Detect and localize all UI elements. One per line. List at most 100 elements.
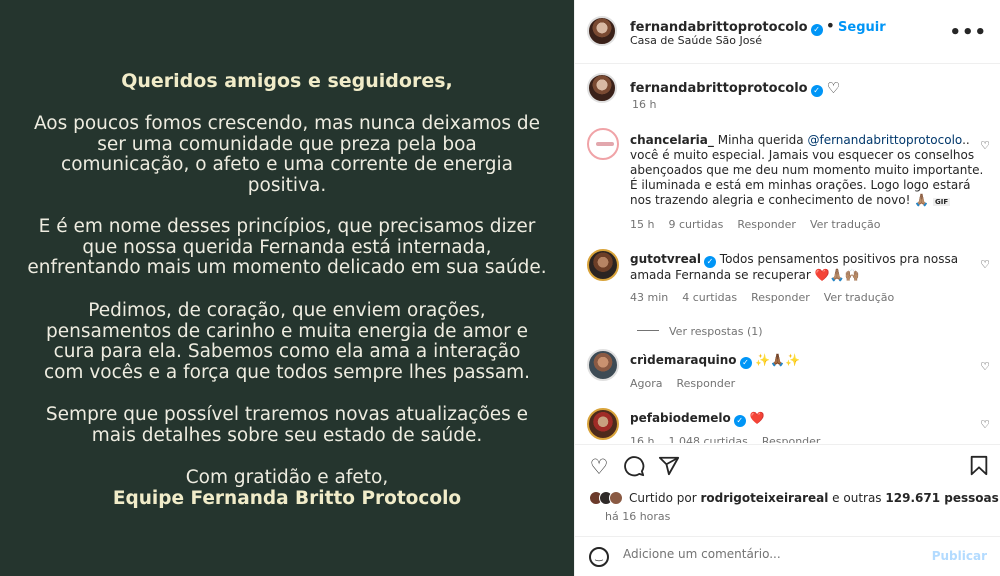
- comment-text: amada Fernanda se recuperar: [630, 268, 811, 282]
- post-paragraph-4: Sempre que possível traremos novas atual…: [0, 404, 574, 446]
- post-header: fernandabrittoprotocolo ✓ • Seguir Casa de …: [575, 0, 1000, 64]
- separator-dot: •: [825, 16, 836, 35]
- verified-icon: ✓: [733, 415, 746, 427]
- author-line: fernandabrittoprotocolo ✓ • Seguir: [630, 16, 886, 36]
- comment-text: ..: [962, 133, 970, 147]
- verified-icon: ✓: [739, 357, 752, 369]
- bookmark-svg: [970, 455, 988, 476]
- liked-count[interactable]: 129.671 pessoas: [885, 491, 998, 505]
- post-line: cura para ela. Sabemos como ela ama a in…: [53, 341, 521, 362]
- comment-avatar[interactable]: [587, 249, 619, 281]
- gif-sticker: GIF: [933, 198, 951, 206]
- reply-button[interactable]: Responder: [751, 291, 810, 304]
- comment-avatar[interactable]: [587, 128, 619, 160]
- comment-first-line: gutotvreal ✓ Todos pensamentos positivos …: [630, 252, 985, 268]
- post-greeting: Queridos amigos e seguidores,: [121, 70, 453, 92]
- comment-username[interactable]: crìdemaraquino: [630, 353, 737, 367]
- comment-meta: Agora Responder: [630, 377, 985, 390]
- comment-username[interactable]: gutotvreal: [630, 252, 701, 266]
- liked-by-suffix: e outras: [832, 491, 882, 505]
- comment-input[interactable]: [623, 547, 923, 561]
- post-line: Sempre que possível traremos novas atual…: [45, 404, 529, 425]
- emoji-smile-icon[interactable]: ‿: [589, 547, 609, 567]
- like-heart-icon[interactable]: ♡: [587, 455, 611, 479]
- post-line: Aos poucos fomos crescendo, mas nunca de…: [33, 113, 541, 134]
- emoji-group: ❤️: [749, 411, 765, 425]
- liker-avatar: [609, 491, 623, 505]
- comment-meta: 43 min 4 curtidas Responder Ver tradução: [630, 291, 985, 304]
- post-line: pensamentos de carinho e muita energia d…: [46, 320, 528, 342]
- comment-first-line: chancelaria_ Minha querida @fernandabrit…: [630, 133, 985, 148]
- comment-text: Todos pensamentos positivos pra nossa: [719, 252, 959, 266]
- comment-3: crìdemaraquino ✓ ✨🙏🏾✨ Agora Responder: [630, 353, 985, 390]
- post-line: que nossa querida Fernanda está internad…: [82, 236, 492, 258]
- save-bookmark-icon[interactable]: [967, 455, 991, 479]
- location-link[interactable]: Casa de Saúde São José: [630, 34, 762, 47]
- post-line: enfrentando mais um momento delicado em …: [27, 257, 547, 278]
- like-comment-icon[interactable]: ♡: [980, 360, 990, 373]
- comment-line: abençoados que me deu num momento muito …: [630, 163, 984, 177]
- comment-time: 15 h: [630, 218, 655, 231]
- caption-avatar[interactable]: [587, 73, 617, 103]
- like-comment-icon[interactable]: ♡: [980, 418, 990, 431]
- post-line: ser uma comunidade que preza pela boa: [97, 133, 477, 155]
- comment-likes[interactable]: 4 curtidas: [682, 291, 737, 304]
- post-paragraph-3: Pedimos, de coração, que enviem orações,…: [0, 300, 574, 383]
- comment-avatar[interactable]: [587, 349, 619, 381]
- comment-first-line: crìdemaraquino ✓ ✨🙏🏾✨: [630, 353, 985, 369]
- author-avatar[interactable]: [587, 16, 617, 46]
- reply-button[interactable]: Responder: [762, 435, 821, 443]
- translate-button[interactable]: Ver tradução: [824, 291, 895, 304]
- post-line: E é em nome desses princípios, que preci…: [38, 216, 536, 237]
- comment-meta: 16 h 1.048 curtidas Responder: [630, 435, 985, 443]
- add-comment-bar: ‿ Publicar: [575, 536, 1000, 576]
- mention-link[interactable]: @fernandabrittoprotocolo: [807, 133, 962, 147]
- like-comment-icon[interactable]: ♡: [980, 258, 990, 271]
- follow-button[interactable]: Seguir: [838, 20, 886, 35]
- comment-line: você é muito especial. Jamais vou esquec…: [630, 148, 975, 162]
- comment-text: nos trazendo alegria e conhecimento de n…: [630, 193, 930, 207]
- comment-1: chancelaria_ Minha querida @fernandabrit…: [630, 133, 985, 231]
- share-send-icon[interactable]: [657, 455, 681, 479]
- post-paragraph-2: E é em nome desses princípios, que preci…: [0, 216, 574, 279]
- post-time: há 16 horas: [605, 510, 671, 523]
- comment-bubble-icon[interactable]: [622, 455, 646, 479]
- caption-time: 16 h: [632, 98, 657, 111]
- comment-likes[interactable]: 9 curtidas: [668, 218, 723, 231]
- comment-2: gutotvreal ✓ Todos pensamentos positivos …: [630, 252, 985, 304]
- post-image: Queridos amigos e seguidores, Aos poucos…: [0, 0, 574, 576]
- comment-username[interactable]: pefabiodemelo: [630, 411, 731, 425]
- reply-button[interactable]: Responder: [737, 218, 796, 231]
- translate-button[interactable]: Ver tradução: [810, 218, 881, 231]
- like-comment-icon[interactable]: ♡: [980, 139, 990, 152]
- view-replies[interactable]: Ver respostas (1): [637, 320, 763, 339]
- post-team-signature: Equipe Fernanda Britto Protocolo: [112, 488, 462, 509]
- post-line: comunicação, o afeto e uma corrente de e…: [61, 154, 513, 175]
- emoji-group: ❤️🙏🏽🙌🏽: [814, 268, 860, 282]
- comment-line: amada Fernanda se recuperar ❤️🙏🏽🙌🏽: [630, 268, 985, 283]
- comment-username[interactable]: chancelaria_: [630, 133, 714, 147]
- share-send-svg: [658, 456, 680, 476]
- view-replies-label[interactable]: Ver respostas (1): [669, 325, 763, 338]
- heart-outline-icon: ♡: [826, 79, 841, 97]
- comment-first-line: pefabiodemelo ✓ ❤️: [630, 411, 985, 427]
- reply-button[interactable]: Responder: [677, 377, 736, 390]
- action-bar: ♡ Curtido por rodrigoteixeirareal e outr…: [575, 444, 1000, 576]
- publish-button[interactable]: Publicar: [932, 549, 987, 563]
- author-username[interactable]: fernandabrittoprotocolo: [630, 20, 808, 35]
- comment-avatar[interactable]: [587, 408, 619, 440]
- verified-icon: ✓: [810, 24, 823, 36]
- post-line: Pedimos, de coração, que enviem orações,: [88, 300, 486, 321]
- comment-line: É iluminada e está em minhas orações. Lo…: [630, 178, 971, 192]
- caption-line: fernandabrittoprotocolo ✓ ♡: [630, 77, 840, 97]
- liked-by-user[interactable]: rodrigoteixeirareal: [700, 491, 828, 505]
- comment-text: Minha querida: [717, 133, 804, 147]
- comment-4: pefabiodemelo ✓ ❤️ 16 h 1.048 curtidas Resp…: [630, 411, 985, 443]
- post-sidebar: fernandabrittoprotocolo ✓ • Seguir Casa de …: [574, 0, 1000, 576]
- comment-bubble-svg: [624, 456, 645, 477]
- more-horizontal-icon[interactable]: •••: [949, 22, 987, 43]
- post-closing: Com gratidão e afeto,: [185, 467, 389, 488]
- comment-time: Agora: [630, 377, 663, 390]
- caption-username[interactable]: fernandabrittoprotocolo: [630, 81, 808, 96]
- comment-likes[interactable]: 1.048 curtidas: [668, 435, 747, 443]
